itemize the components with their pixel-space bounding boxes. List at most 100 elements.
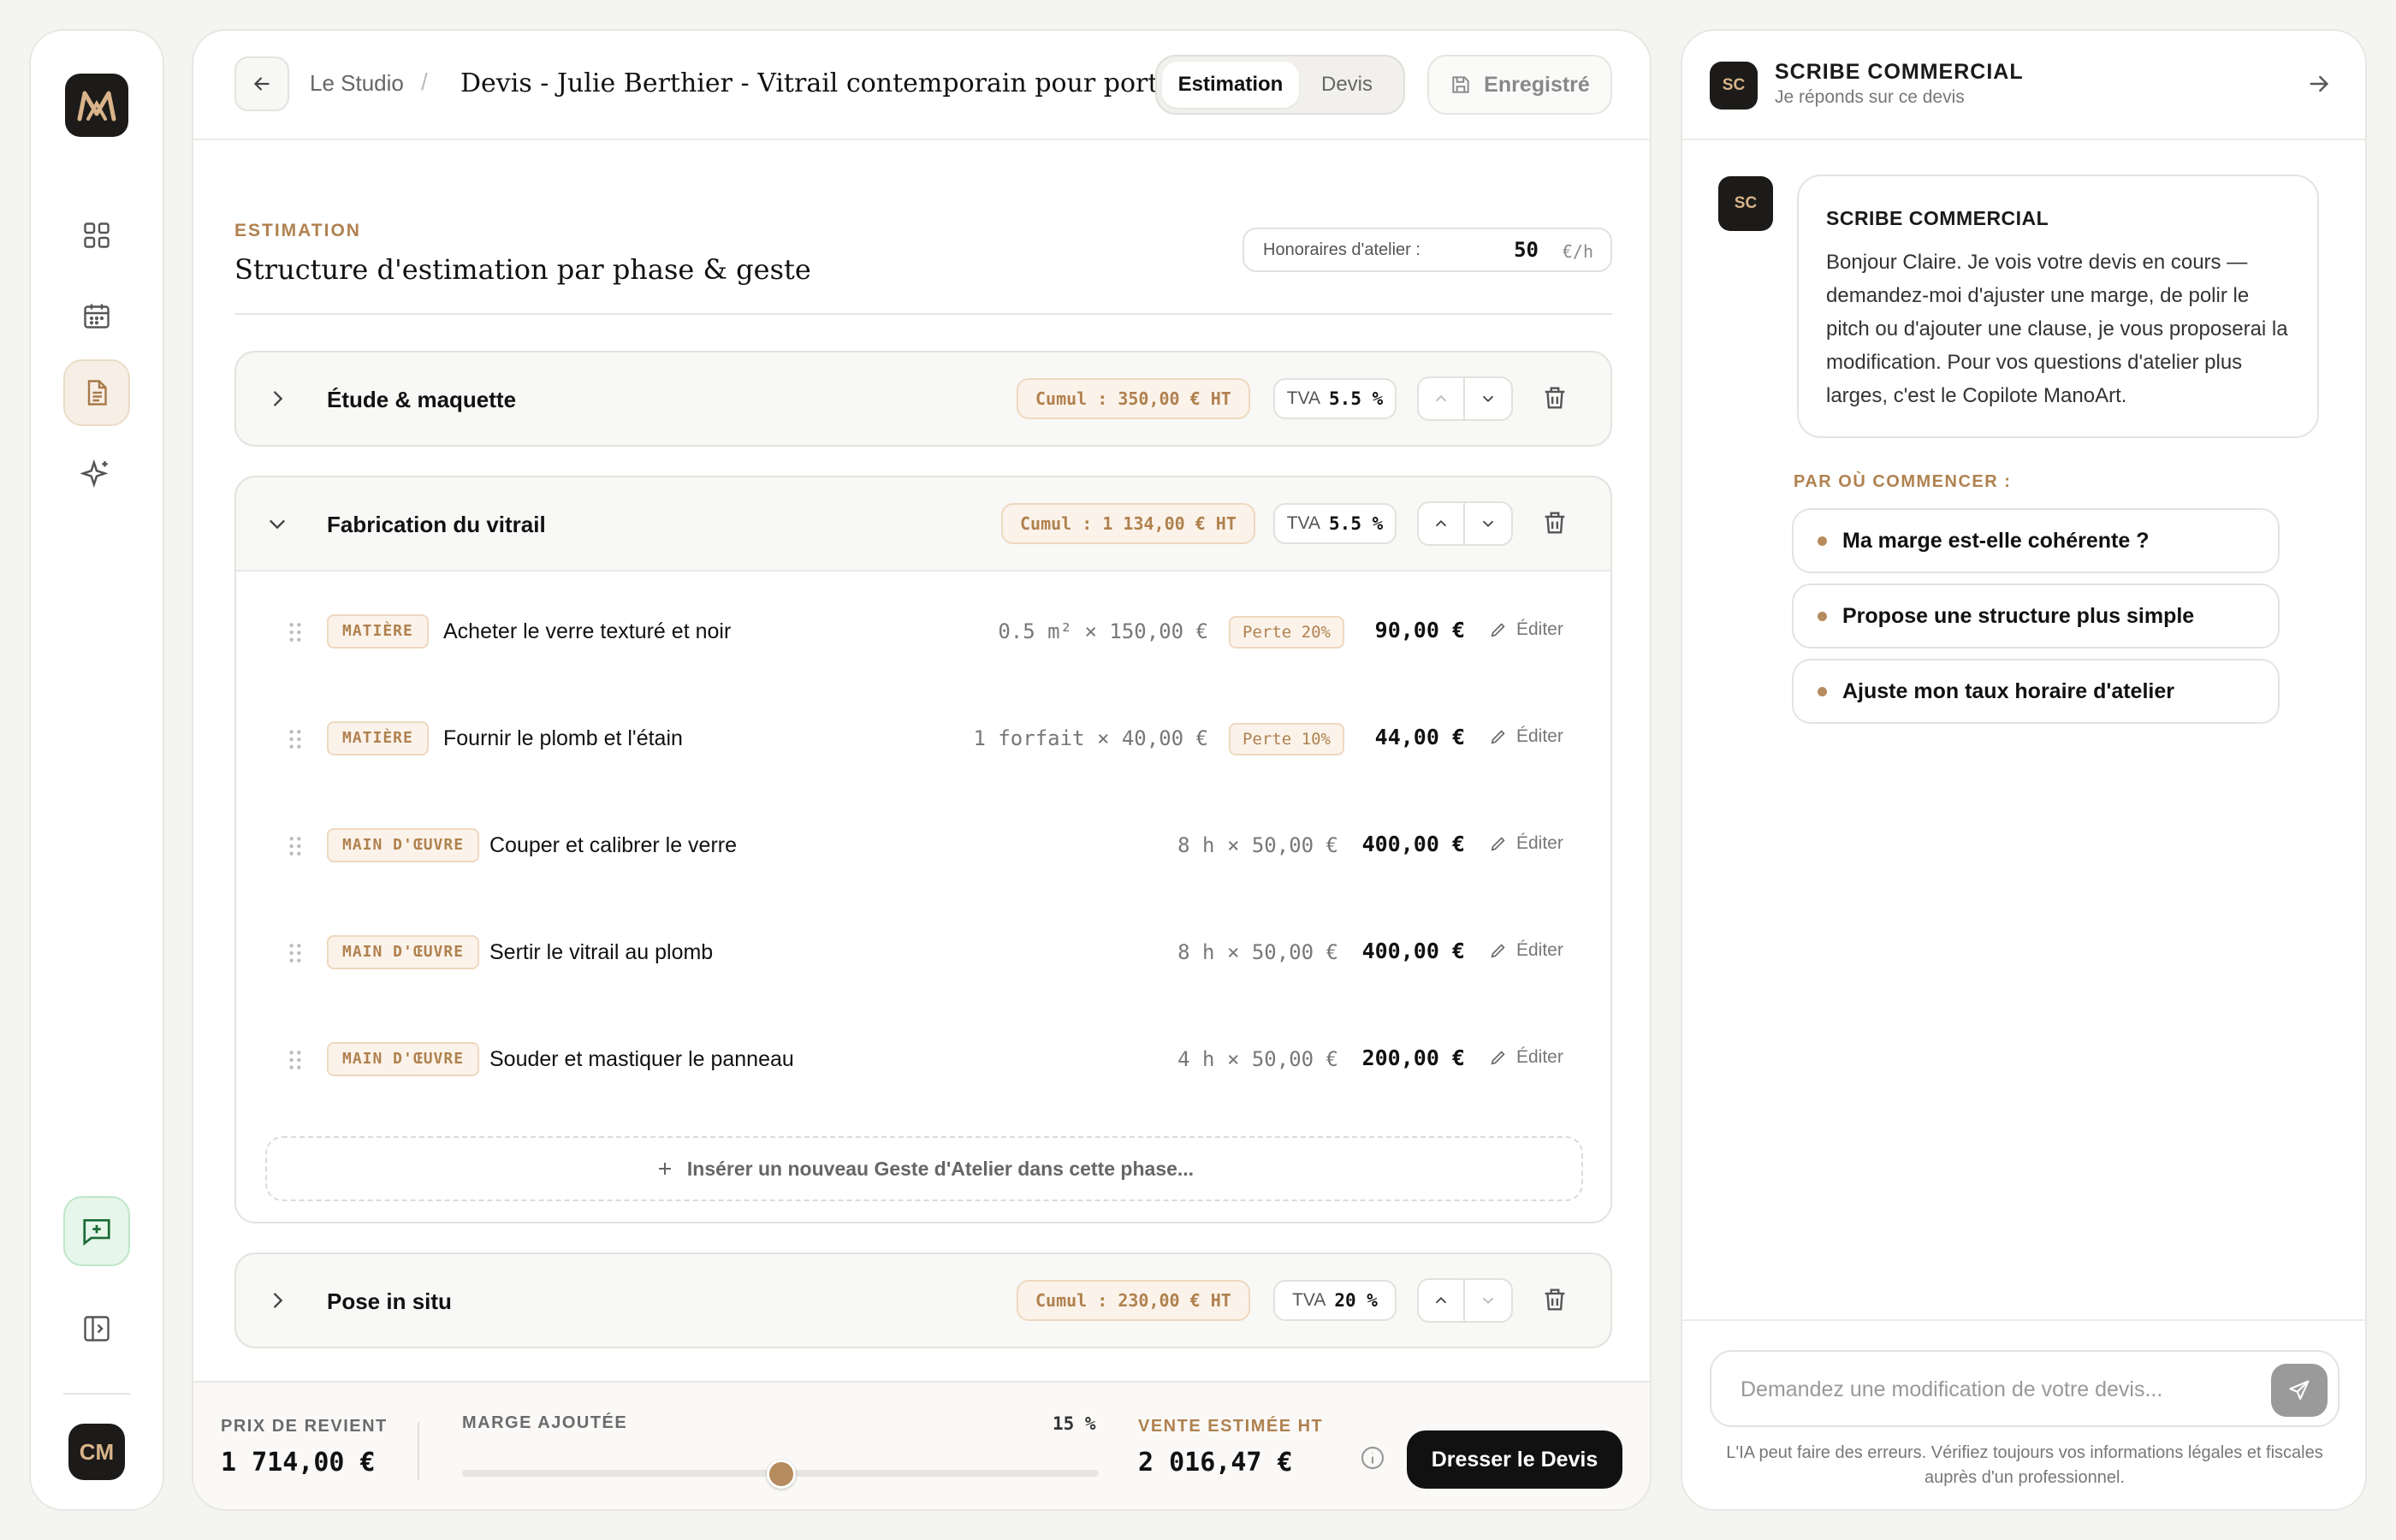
tva-value: 5.5 % xyxy=(1329,513,1384,534)
drag-handle-icon[interactable] xyxy=(288,621,303,643)
margin-percent: 15 % xyxy=(1053,1413,1096,1434)
chevron-down-icon[interactable] xyxy=(265,512,289,536)
sparkle-icon xyxy=(80,459,109,489)
move-down-button[interactable] xyxy=(1465,378,1511,419)
suggestion-chip[interactable]: Ma marge est-elle cohérente ? xyxy=(1792,508,2280,573)
edit-button[interactable]: Éditer xyxy=(1489,1047,1563,1068)
item-price: 400,00 € xyxy=(1361,939,1465,963)
message-input[interactable] xyxy=(1741,1372,2254,1407)
edit-button[interactable]: Éditer xyxy=(1489,940,1563,961)
phase-header[interactable]: Fabrication du vitrail Cumul : 1 134,00 … xyxy=(236,477,1610,570)
trash-icon[interactable] xyxy=(1540,383,1569,412)
list-item[interactable]: MAIN D'ŒUVRE Couper et calibrer le verre… xyxy=(236,792,1610,899)
tab-devis[interactable]: Devis xyxy=(1299,62,1395,108)
item-quantity: 1 forfait × 40,00 € xyxy=(973,726,1208,750)
phase-tva-select[interactable]: TVA 5.5 % xyxy=(1273,378,1397,419)
suggestion-text: Ajuste mon taux horaire d'atelier xyxy=(1842,678,2174,703)
tab-estimation[interactable]: Estimation xyxy=(1162,62,1299,108)
edit-label: Éditer xyxy=(1516,1047,1563,1067)
drag-handle-icon[interactable] xyxy=(288,728,303,750)
save-status-button[interactable]: Enregistré xyxy=(1427,55,1612,115)
item-type-tag: MATIÈRE xyxy=(327,721,429,755)
chevron-right-icon[interactable] xyxy=(265,387,289,411)
pricing-summary-bar: PRIX DE REVIENT 1 714,00 € MARGE AJOUTÉE… xyxy=(193,1381,1650,1509)
phase-tva-select[interactable]: TVA 5.5 % xyxy=(1273,503,1397,544)
drag-handle-icon[interactable] xyxy=(288,835,303,857)
rate-value[interactable]: 50 xyxy=(1514,238,1539,262)
calendar-icon xyxy=(84,304,110,329)
edit-label: Éditer xyxy=(1516,833,1563,853)
new-chat-button[interactable] xyxy=(63,1196,130,1266)
edit-button[interactable]: Éditer xyxy=(1489,726,1563,747)
assistant-avatar: SC xyxy=(1710,62,1758,110)
tva-label: TVA xyxy=(1286,388,1321,408)
sidebar: CM xyxy=(29,29,164,1511)
item-type-tag: MAIN D'ŒUVRE xyxy=(327,1042,480,1076)
back-button[interactable] xyxy=(234,56,289,111)
breadcrumb-studio[interactable]: Le Studio xyxy=(310,70,404,97)
app-logo[interactable] xyxy=(65,74,128,137)
nav-quotes[interactable] xyxy=(63,359,130,426)
assistant-message: SCRIBE COMMERCIAL Bonjour Claire. Je voi… xyxy=(1797,175,2319,438)
move-up-button[interactable] xyxy=(1419,1280,1465,1321)
tva-label: TVA xyxy=(1292,1290,1326,1310)
page-title: Devis - Julie Berthier - Vitrail contemp… xyxy=(460,68,1174,98)
m-logo-icon xyxy=(77,91,116,121)
margin-slider-handle[interactable] xyxy=(767,1460,796,1489)
sale-value: 2 016,47 € xyxy=(1138,1448,1293,1478)
message-author: SCRIBE COMMERCIAL xyxy=(1826,207,2049,229)
cost-value: 1 714,00 € xyxy=(221,1448,376,1478)
trash-icon[interactable] xyxy=(1540,1285,1569,1314)
assistant-name: SCRIBE COMMERCIAL xyxy=(1775,60,2024,84)
edit-button[interactable]: Éditer xyxy=(1489,833,1563,854)
move-up-button[interactable] xyxy=(1419,378,1465,419)
trash-icon[interactable] xyxy=(1540,508,1569,537)
drag-handle-icon[interactable] xyxy=(288,942,303,964)
nav-calendar[interactable] xyxy=(63,282,130,349)
bullet-dot xyxy=(1818,686,1827,696)
suggestion-text: Ma marge est-elle cohérente ? xyxy=(1842,528,2150,553)
estimate-content[interactable]: ESTIMATION Structure d'estimation par ph… xyxy=(193,142,1650,1408)
drag-handle-icon[interactable] xyxy=(288,1049,303,1071)
margin-slider[interactable] xyxy=(462,1460,1099,1489)
list-item[interactable]: MATIÈRE Acheter le verre texturé et noir… xyxy=(236,578,1610,685)
edit-label: Éditer xyxy=(1516,619,1563,639)
phase-tva-select[interactable]: TVA 20 % xyxy=(1273,1280,1397,1321)
phase-header[interactable]: Pose in situ Cumul : 230,00 € HT TVA 20 % xyxy=(236,1254,1610,1347)
list-item[interactable]: MAIN D'ŒUVRE Sertir le vitrail au plomb … xyxy=(236,899,1610,1006)
nav-ai[interactable] xyxy=(63,441,130,508)
phase-reorder xyxy=(1417,1278,1513,1323)
generate-quote-button[interactable]: Dresser le Devis xyxy=(1407,1430,1622,1489)
phase-pose: Pose in situ Cumul : 230,00 € HT TVA 20 % xyxy=(234,1253,1612,1348)
insert-item-button[interactable]: Insérer un nouveau Geste d'Atelier dans … xyxy=(265,1136,1583,1201)
list-item[interactable]: MATIÈRE Fournir le plomb et l'étain 1 fo… xyxy=(236,685,1610,792)
hourly-rate-field[interactable]: Honoraires d'atelier : 50 €/h xyxy=(1242,228,1612,272)
assistant-header: SC SCRIBE COMMERCIAL Je réponds sur ce d… xyxy=(1682,31,2365,140)
move-down-button[interactable] xyxy=(1465,1280,1511,1321)
nav-dashboard[interactable] xyxy=(63,202,130,269)
chevron-right-icon[interactable] xyxy=(265,1288,289,1312)
list-item[interactable]: MAIN D'ŒUVRE Souder et mastiquer le pann… xyxy=(236,1006,1610,1113)
assistant-avatar: SC xyxy=(1718,176,1773,231)
assistant-panel: SC SCRIBE COMMERCIAL Je réponds sur ce d… xyxy=(1681,29,2367,1511)
move-down-button[interactable] xyxy=(1465,503,1511,544)
pencil-icon xyxy=(1491,1051,1505,1065)
send-button[interactable] xyxy=(2271,1364,2328,1417)
move-up-button[interactable] xyxy=(1419,503,1465,544)
edit-button[interactable]: Éditer xyxy=(1489,619,1563,640)
phase-header[interactable]: Étude & maquette Cumul : 350,00 € HT TVA… xyxy=(236,352,1610,445)
suggestion-chip[interactable]: Propose une structure plus simple xyxy=(1792,583,2280,649)
chevron-up-icon xyxy=(1435,1296,1447,1304)
item-name: Sertir le vitrail au plomb xyxy=(489,940,714,964)
suggestion-chip[interactable]: Ajuste mon taux horaire d'atelier xyxy=(1792,659,2280,724)
item-price: 90,00 € xyxy=(1374,618,1465,643)
info-icon[interactable] xyxy=(1359,1444,1386,1472)
sidebar-toggle-button[interactable] xyxy=(63,1295,130,1362)
grid-icon xyxy=(84,222,110,248)
phase-reorder xyxy=(1417,501,1513,546)
phase-cumul-badge: Cumul : 1 134,00 € HT xyxy=(1001,503,1255,544)
chevron-up-icon xyxy=(1435,519,1447,527)
arrow-right-icon[interactable] xyxy=(2305,70,2333,98)
user-avatar[interactable]: CM xyxy=(68,1424,125,1480)
chevron-down-icon xyxy=(1482,1297,1494,1305)
